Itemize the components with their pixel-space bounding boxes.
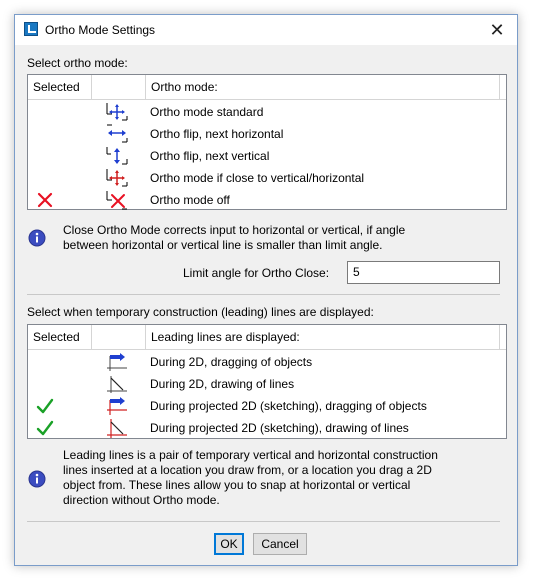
list-item[interactable]: Ortho mode off: [28, 189, 506, 211]
row-label: During 2D, dragging of objects: [150, 355, 313, 369]
leading-section-heading: Select when temporary construction (lead…: [27, 305, 374, 319]
leading-list-header: Selected Leading lines are displayed:: [28, 325, 506, 350]
column-header-icon[interactable]: [92, 325, 146, 349]
ortho-standard-icon: [106, 103, 128, 121]
info-icon: [28, 470, 46, 488]
window-title: Ortho Mode Settings: [45, 23, 156, 37]
list-item[interactable]: During projected 2D (sketching), draggin…: [28, 395, 506, 417]
row-label: Ortho flip, next vertical: [150, 149, 270, 163]
red-x-mark-icon: [37, 192, 53, 208]
info-icon: [28, 229, 46, 247]
dialog-window: Ortho Mode Settings ✕ Select ortho mode:…: [14, 14, 518, 566]
leading-info-line-3: object from. These lines allow you to sn…: [63, 478, 411, 492]
section-divider: [27, 521, 500, 522]
app-icon: [24, 22, 38, 36]
row-label: Ortho mode off: [150, 193, 230, 207]
limit-angle-label: Limit angle for Ortho Close:: [183, 266, 330, 280]
section-divider: [27, 294, 500, 295]
cancel-button[interactable]: Cancel: [253, 533, 307, 555]
list-item[interactable]: Ortho mode if close to vertical/horizont…: [28, 167, 506, 189]
close-button[interactable]: ✕: [477, 15, 517, 45]
column-header-selected[interactable]: Selected: [28, 75, 92, 99]
green-check-mark-icon: [36, 420, 54, 436]
ok-button[interactable]: OK: [214, 533, 244, 555]
row-label: Ortho mode standard: [150, 105, 264, 119]
row-label: Ortho flip, next horizontal: [150, 127, 284, 141]
drag-2d-icon: [107, 353, 127, 371]
list-item[interactable]: During projected 2D (sketching), drawing…: [28, 417, 506, 439]
column-header-selected[interactable]: Selected: [28, 325, 92, 349]
draw-2d-icon: [107, 376, 127, 393]
leading-info-line-4: direction without Ortho mode.: [63, 493, 220, 507]
list-item[interactable]: During 2D, drawing of lines: [28, 373, 506, 395]
list-item[interactable]: Ortho flip, next vertical: [28, 145, 506, 167]
row-label: During projected 2D (sketching), drawing…: [150, 421, 409, 435]
ortho-section-heading: Select ortho mode:: [27, 56, 128, 70]
limit-angle-input[interactable]: 5: [347, 261, 500, 284]
ortho-info-line-2: between horizontal or vertical line is s…: [63, 238, 383, 252]
ortho-close-icon: [106, 169, 128, 187]
leading-info-line-1: Leading lines is a pair of temporary ver…: [63, 448, 438, 462]
list-item[interactable]: Ortho mode standard: [28, 101, 506, 123]
column-header-leading-lines[interactable]: Leading lines are displayed:: [146, 325, 500, 349]
column-header-icon[interactable]: [92, 75, 146, 99]
list-item[interactable]: Ortho flip, next horizontal: [28, 123, 506, 145]
row-label: During 2D, drawing of lines: [150, 377, 295, 391]
leading-info-line-2: lines inserted at a location you draw fr…: [63, 463, 432, 477]
ortho-mode-list[interactable]: Selected Ortho mode: Ortho mode standard: [27, 74, 507, 210]
ortho-off-icon: [106, 191, 127, 210]
ortho-flip-vertical-icon: [106, 147, 128, 165]
leading-lines-list[interactable]: Selected Leading lines are displayed: Du…: [27, 324, 507, 439]
row-label: Ortho mode if close to vertical/horizont…: [150, 171, 365, 185]
draw-projected-icon: [107, 419, 127, 438]
green-check-mark-icon: [36, 398, 54, 414]
ortho-flip-horizontal-icon: [107, 124, 128, 143]
ortho-info-line-1: Close Ortho Mode corrects input to horiz…: [63, 223, 406, 237]
title-bar[interactable]: Ortho Mode Settings ✕: [15, 15, 517, 45]
column-header-ortho-mode[interactable]: Ortho mode:: [146, 75, 500, 99]
list-item[interactable]: During 2D, dragging of objects: [28, 351, 506, 373]
row-label: During projected 2D (sketching), draggin…: [150, 399, 427, 413]
drag-projected-icon: [107, 397, 127, 415]
ortho-list-header: Selected Ortho mode:: [28, 75, 506, 100]
